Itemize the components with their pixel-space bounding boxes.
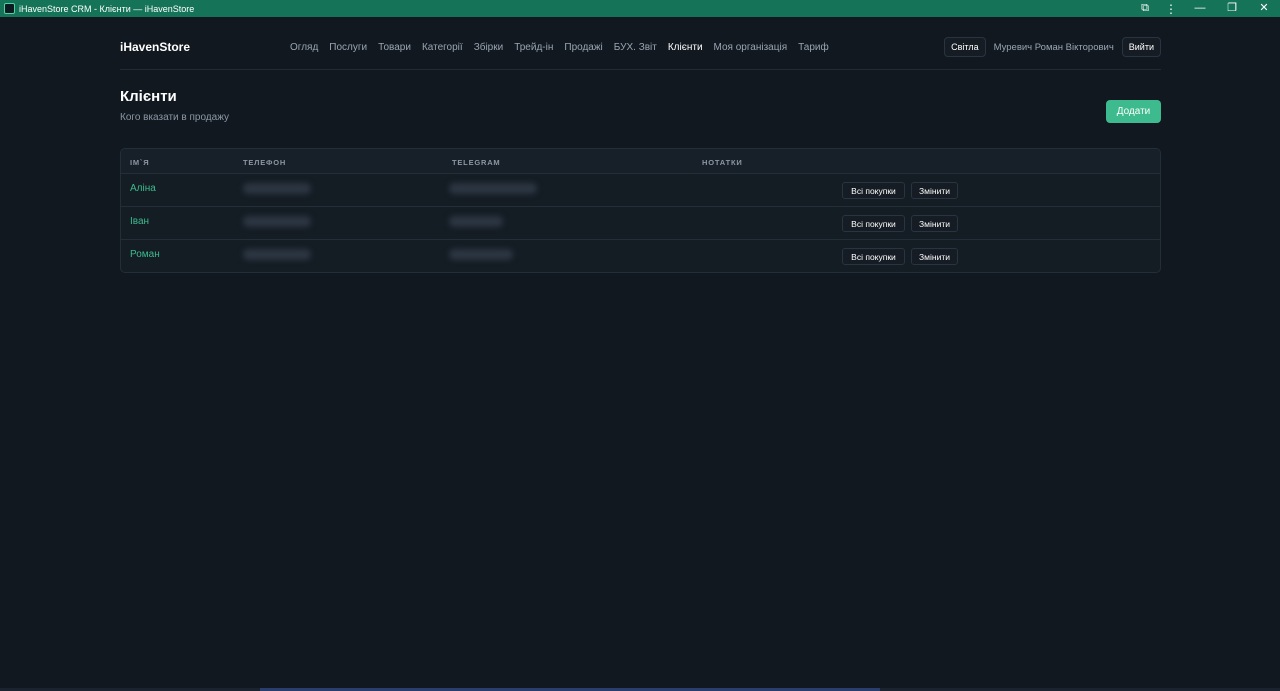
edit-client-button[interactable]: Змінити [911,248,958,265]
phone-cell-redacted [243,216,311,227]
minimize-button[interactable]: — [1184,0,1216,17]
nav-item-builds[interactable]: Збірки [474,42,504,53]
column-header-notes: НОТАТКИ [702,158,743,167]
app-icon [4,3,15,14]
header-divider [120,69,1161,70]
window-controls: ⧉ ⋮ — ❐ ✕ [1132,0,1280,17]
user-name: Муревич Роман Вікторович [993,41,1114,53]
nav-item-products[interactable]: Товари [378,42,411,53]
window-titlebar: iHavenStore CRM - Клієнти — iHavenStore … [0,0,1280,17]
table-header: ІМ`Я ТЕЛЕФОН TELEGRAM НОТАТКИ [121,149,1160,174]
nav-item-my-organization[interactable]: Моя організація [714,42,788,53]
close-button[interactable]: ✕ [1248,0,1280,17]
nav-item-accounting-report[interactable]: БУХ. Звіт [614,42,657,53]
brand-logo[interactable]: iHavenStore [120,40,190,54]
column-header-phone: ТЕЛЕФОН [243,158,287,167]
theme-toggle-button[interactable]: Світла [944,37,986,57]
window-title: iHavenStore CRM - Клієнти — iHavenStore [19,3,195,14]
table-row: Іван Всі покупки Змінити [121,207,1160,240]
all-purchases-button[interactable]: Всі покупки [842,215,905,232]
telegram-cell-redacted [449,216,503,227]
table-row: Аліна Всі покупки Змінити [121,174,1160,207]
more-menu-icon[interactable]: ⋮ [1158,0,1184,17]
maximize-button[interactable]: ❐ [1216,0,1248,17]
nav-item-categories[interactable]: Категорії [422,42,463,53]
nav-item-services[interactable]: Послуги [329,42,367,53]
telegram-cell-redacted [449,249,513,260]
main-nav: Огляд Послуги Товари Категорії Збірки Тр… [290,35,829,59]
header-actions: Світла Муревич Роман Вікторович Вийти [944,35,1161,59]
page-title: Клієнти [120,88,177,105]
edit-client-button[interactable]: Змінити [911,182,958,199]
nav-item-trade-in[interactable]: Трейд-ін [514,42,553,53]
app-header: iHavenStore Огляд Послуги Товари Категор… [120,35,1161,59]
nav-item-sales[interactable]: Продажі [564,42,602,53]
telegram-cell-redacted [449,183,537,194]
clients-table: ІМ`Я ТЕЛЕФОН TELEGRAM НОТАТКИ Аліна Всі … [120,148,1161,273]
column-header-telegram: TELEGRAM [452,158,501,167]
client-name[interactable]: Аліна [130,183,156,194]
all-purchases-button[interactable]: Всі покупки [842,248,905,265]
add-client-button[interactable]: Додати [1106,100,1161,123]
logout-button[interactable]: Вийти [1121,37,1161,57]
nav-item-plan[interactable]: Тариф [798,42,829,53]
page-subtitle: Кого вказати в продажу [120,112,229,123]
nav-item-overview[interactable]: Огляд [290,42,318,53]
client-name[interactable]: Іван [130,216,149,227]
nav-item-clients[interactable]: Клієнти [668,42,703,53]
table-row: Роман Всі покупки Змінити [121,240,1160,272]
phone-cell-redacted [243,183,311,194]
extensions-icon[interactable]: ⧉ [1132,0,1158,17]
client-name[interactable]: Роман [130,249,160,260]
column-header-name: ІМ`Я [130,158,150,167]
phone-cell-redacted [243,249,311,260]
all-purchases-button[interactable]: Всі покупки [842,182,905,199]
edit-client-button[interactable]: Змінити [911,215,958,232]
